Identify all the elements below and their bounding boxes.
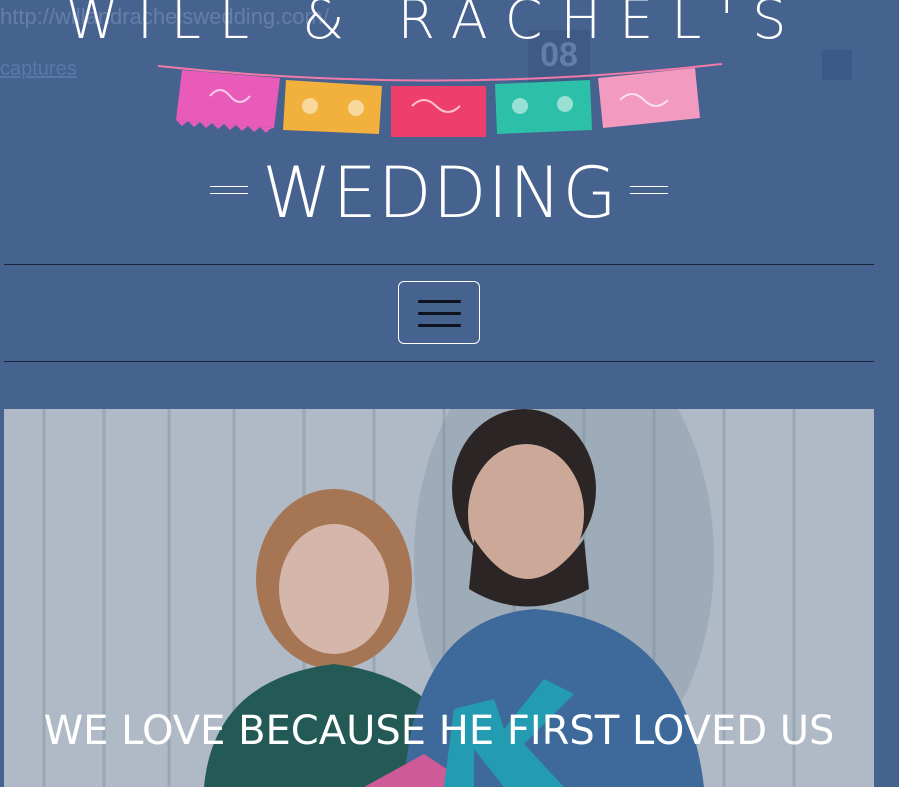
banner-flag <box>176 70 280 133</box>
subtitle-wrap: WEDDING <box>205 152 675 234</box>
site-title[interactable]: WILL & RACHEL'S <box>0 0 870 51</box>
nav-divider-top <box>4 264 874 265</box>
papel-picado-banner <box>157 63 723 137</box>
menu-toggle-button[interactable] <box>398 281 480 344</box>
hamburger-icon <box>418 324 461 327</box>
title-dash-right <box>630 186 668 194</box>
site-subtitle: WEDDING <box>262 152 618 234</box>
banner-flag <box>598 68 700 128</box>
banner-flag <box>391 86 486 137</box>
banner-flag <box>283 80 382 134</box>
hamburger-icon <box>418 312 461 315</box>
hero-caption: WE LOVE BECAUSE HE FIRST LOVED US <box>43 708 835 754</box>
banner-flag <box>495 80 592 134</box>
nav-divider-bottom <box>4 361 874 362</box>
captures-link[interactable]: captures <box>0 58 77 81</box>
hamburger-icon <box>418 300 461 303</box>
hero-image: WE LOVE BECAUSE HE FIRST LOVED US <box>4 409 874 787</box>
page: http://willandrachelswedding.com/ captur… <box>0 0 899 787</box>
facebook-icon[interactable] <box>822 50 852 80</box>
